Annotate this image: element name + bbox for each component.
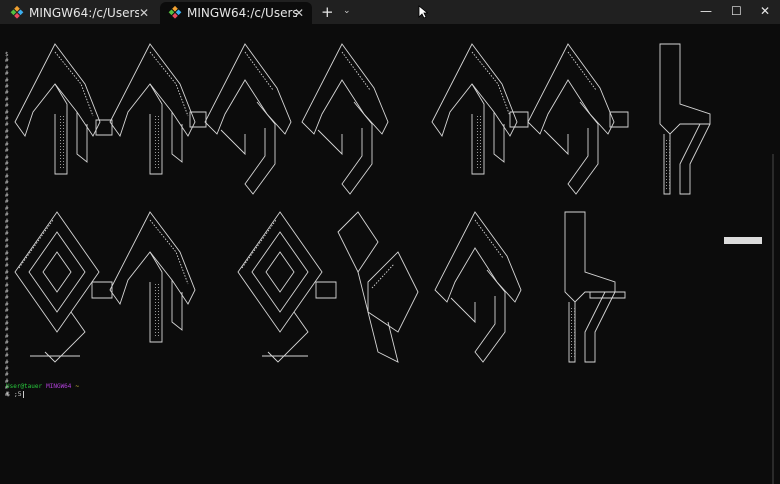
ascii-glyph [301,43,389,195]
tab-label: MINGW64:/c/Users/User [29,6,139,20]
ascii-glyph [434,211,522,363]
selection-highlight [724,237,762,244]
ascii-glyph [431,43,518,175]
ascii-glyph [337,211,419,363]
tab-mingw64-1[interactable]: MINGW64:/c/Users/User ✕ [2,2,157,24]
ascii-glyph [204,43,292,195]
ascii-glyph [527,43,615,195]
ascii-glyph [109,211,196,343]
command-text: $ ;5 [6,390,22,398]
scrollbar[interactable] [772,154,774,484]
shell-prompt: User@tauer MINGW64 ~ [6,383,79,390]
command-line[interactable]: $ ;5 [6,390,24,398]
ascii-glyph [659,43,711,195]
git-bash-icon [168,5,182,20]
terminal-area[interactable]: $ # # # # # # # # # # # # # # # # # # # … [0,24,780,484]
close-window-button[interactable]: ✕ [760,4,770,18]
prompt-user: User@tauer [6,383,43,390]
text-caret [22,390,24,398]
maximize-button[interactable]: ☐ [731,4,742,18]
ascii-glyph [14,43,101,175]
ascii-glyph [109,43,196,175]
git-bash-icon [10,5,24,20]
minimize-button[interactable]: — [700,4,712,18]
title-bar: MINGW64:/c/Users/User ✕ MINGW64:/c/Users… [0,0,780,24]
tab-label: MINGW64:/c/Users/User [187,6,297,20]
prompt-host: MINGW64 [46,383,72,390]
mouse-cursor-icon [418,5,428,19]
ascii-art-banner [14,43,711,363]
ascii-glyph [237,211,323,363]
ascii-glyph [14,211,100,363]
ascii-glyph [564,211,616,363]
close-tab-icon[interactable]: ✕ [294,6,304,20]
tab-mingw64-2[interactable]: MINGW64:/c/Users/User ✕ [160,2,312,24]
prompt-path: ~ [75,383,80,390]
close-tab-icon[interactable]: ✕ [139,6,149,20]
new-tab-button[interactable]: + [321,3,334,21]
chevron-down-icon[interactable]: ⌄ [343,6,351,16]
